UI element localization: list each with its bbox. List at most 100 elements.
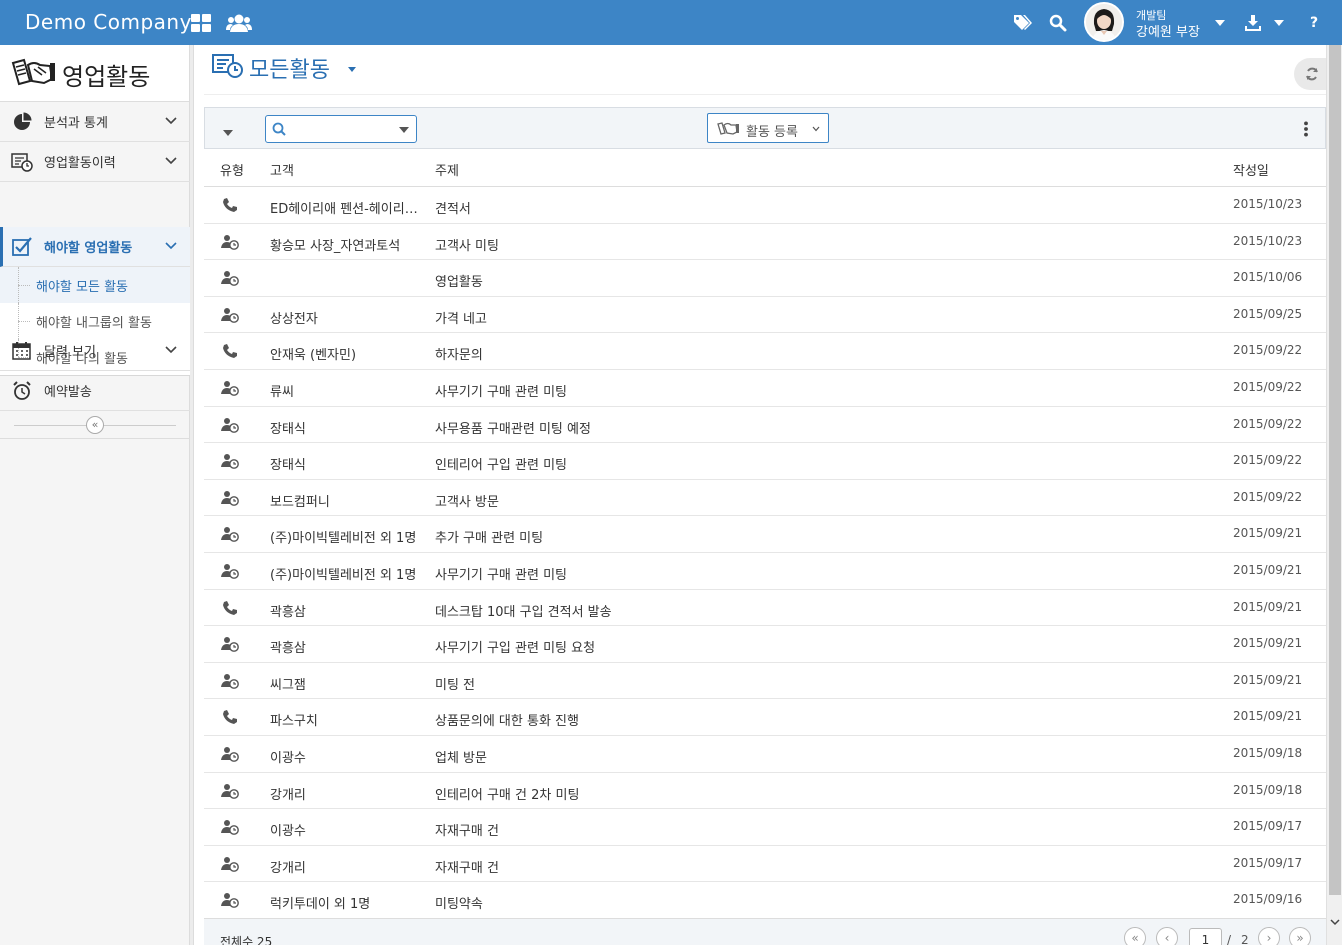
user-menu-caret-icon[interactable] bbox=[1213, 0, 1227, 45]
table-row[interactable]: 안재욱 (벤자민) 하자문의 2015/09/22 bbox=[204, 333, 1326, 370]
collapse-sidebar-icon[interactable]: « bbox=[86, 416, 104, 434]
row-customer[interactable]: 럭키투데이 외 1명 bbox=[270, 893, 418, 912]
table-row[interactable]: 상상전자 가격 네고 2015/09/25 bbox=[204, 297, 1326, 334]
prev-page-button[interactable]: ‹ bbox=[1156, 927, 1178, 945]
row-subject[interactable]: 미팅 전 bbox=[435, 674, 475, 693]
search-icon[interactable] bbox=[1047, 0, 1069, 45]
sidebar-item-analytics[interactable]: 분석과 통계 bbox=[0, 102, 190, 142]
table-row[interactable]: 곽흥삼 사무기기 구입 관련 미팅 요청 2015/09/21 bbox=[204, 626, 1326, 663]
row-date: 2015/10/06 bbox=[1233, 270, 1303, 285]
table-row[interactable]: 영업활동 2015/10/06 bbox=[204, 260, 1326, 297]
sidebar-item-history[interactable]: 영업활동이력 bbox=[0, 142, 190, 182]
table-row[interactable]: 장태식 사무용품 구매관련 미팅 예정 2015/09/22 bbox=[204, 407, 1326, 444]
table-row[interactable]: 강개리 인테리어 구매 건 2차 미팅 2015/09/18 bbox=[204, 773, 1326, 810]
row-customer[interactable]: 안재욱 (벤자민) bbox=[270, 344, 418, 363]
next-page-button[interactable]: › bbox=[1258, 927, 1280, 945]
row-subject[interactable]: 사무기기 구입 관련 미팅 요청 bbox=[435, 637, 595, 656]
row-customer[interactable]: 상상전자 bbox=[270, 308, 418, 327]
table-row[interactable]: 이광수 자재구매 건 2015/09/17 bbox=[204, 809, 1326, 846]
row-subject[interactable]: 견적서 bbox=[435, 198, 471, 217]
grid-menu-icon[interactable] bbox=[189, 0, 213, 45]
sidebar-splitter[interactable] bbox=[190, 45, 194, 945]
brand-name[interactable]: Demo Company bbox=[25, 10, 192, 34]
avatar[interactable] bbox=[1084, 2, 1124, 42]
column-header-customer[interactable]: 고객 bbox=[270, 160, 294, 179]
table-row[interactable]: (주)마이빅텔레비전 외 1명 추가 구매 관련 미팅 2015/09/21 bbox=[204, 516, 1326, 553]
table-row[interactable]: 강개리 자재구매 건 2015/09/17 bbox=[204, 846, 1326, 883]
row-subject[interactable]: 고객사 미팅 bbox=[435, 235, 499, 254]
row-subject[interactable]: 추가 구매 관련 미팅 bbox=[435, 527, 543, 546]
filter-caret-icon[interactable] bbox=[223, 130, 233, 136]
table-row[interactable]: ED헤이리애 펜션-헤이리애펜션 견적서 2015/10/23 bbox=[204, 187, 1326, 224]
row-subject[interactable]: 자재구매 건 bbox=[435, 857, 499, 876]
row-subject[interactable]: 영업활동 bbox=[435, 271, 483, 290]
last-page-button[interactable]: » bbox=[1289, 927, 1311, 945]
row-customer[interactable]: (주)마이빅텔레비전 외 1명 bbox=[270, 564, 418, 583]
row-customer[interactable]: 장태식 bbox=[270, 454, 418, 473]
row-customer[interactable]: 이광수 bbox=[270, 820, 418, 839]
row-customer[interactable]: 파스구치 bbox=[270, 710, 418, 729]
scrollbar-thumb[interactable] bbox=[1329, 45, 1341, 895]
row-subject[interactable]: 미팅약속 bbox=[435, 893, 483, 912]
sidebar-item-calendar[interactable]: 달력 보기 bbox=[0, 331, 190, 371]
row-subject[interactable]: 고객사 방문 bbox=[435, 491, 499, 510]
table-row[interactable]: 류씨 사무기기 구매 관련 미팅 2015/09/22 bbox=[204, 370, 1326, 407]
sidebar-item-scheduled[interactable]: 예약발송 bbox=[0, 371, 190, 411]
row-customer[interactable]: 이광수 bbox=[270, 747, 418, 766]
row-customer[interactable]: 강개리 bbox=[270, 857, 418, 876]
row-subject[interactable]: 업체 방문 bbox=[435, 747, 487, 766]
first-page-button[interactable]: « bbox=[1124, 927, 1146, 945]
download-icon[interactable] bbox=[1243, 0, 1263, 45]
user-name[interactable]: 강예원 부장 bbox=[1136, 21, 1200, 40]
row-subject[interactable]: 사무용품 구매관련 미팅 예정 bbox=[435, 418, 591, 437]
page-title[interactable]: 모든활동 bbox=[249, 52, 330, 84]
row-customer[interactable]: 곽흥삼 bbox=[270, 601, 418, 620]
row-customer[interactable]: 황승모 사장_자연과토석 bbox=[270, 235, 418, 254]
tag-icon[interactable] bbox=[1012, 0, 1034, 45]
row-subject[interactable]: 자재구매 건 bbox=[435, 820, 499, 839]
row-subject[interactable]: 상품문의에 대한 통화 진행 bbox=[435, 710, 579, 729]
column-header-subject[interactable]: 주제 bbox=[435, 160, 459, 179]
row-subject[interactable]: 사무기기 구매 관련 미팅 bbox=[435, 564, 567, 583]
row-subject[interactable]: 인테리어 구입 관련 미팅 bbox=[435, 454, 567, 473]
users-icon[interactable] bbox=[226, 0, 252, 45]
table-row[interactable]: 황승모 사장_자연과토석 고객사 미팅 2015/10/23 bbox=[204, 224, 1326, 261]
row-subject[interactable]: 사무기기 구매 관련 미팅 bbox=[435, 381, 567, 400]
sidebar-item-todo[interactable]: 해야할 영업활동 bbox=[0, 227, 190, 267]
sidebar-subitem-all[interactable]: 해야할 모든 활동 bbox=[0, 267, 190, 303]
row-subject[interactable]: 하자문의 bbox=[435, 344, 483, 363]
scroll-down-icon[interactable] bbox=[1330, 917, 1340, 927]
refresh-button[interactable] bbox=[1294, 58, 1330, 90]
row-customer[interactable]: 류씨 bbox=[270, 381, 418, 400]
help-icon[interactable]: ? bbox=[1306, 0, 1322, 45]
table-row[interactable]: 보드컴퍼니 고객사 방문 2015/09/22 bbox=[204, 480, 1326, 517]
table-row[interactable]: 장태식 인테리어 구입 관련 미팅 2015/09/22 bbox=[204, 443, 1326, 480]
row-customer[interactable]: (주)마이빅텔레비전 외 1명 bbox=[270, 527, 418, 546]
row-customer[interactable]: ED헤이리애 펜션-헤이리애펜션 bbox=[270, 198, 418, 217]
column-header-date[interactable]: 작성일 bbox=[1233, 160, 1269, 179]
table-row[interactable]: 파스구치 상품문의에 대한 통화 진행 2015/09/21 bbox=[204, 699, 1326, 736]
column-header-type[interactable]: 유형 bbox=[220, 160, 244, 179]
row-customer[interactable]: 곽흥삼 bbox=[270, 637, 418, 656]
row-customer[interactable]: 보드컴퍼니 bbox=[270, 491, 418, 510]
download-caret-icon[interactable] bbox=[1272, 0, 1286, 45]
table-row[interactable]: 이광수 업체 방문 2015/09/18 bbox=[204, 736, 1326, 773]
more-options-icon[interactable] bbox=[1302, 120, 1310, 138]
table-row[interactable]: 럭키투데이 외 1명 미팅약속 2015/09/16 bbox=[204, 882, 1326, 919]
row-subject[interactable]: 인테리어 구매 건 2차 미팅 bbox=[435, 784, 579, 803]
row-customer[interactable]: 강개리 bbox=[270, 784, 418, 803]
row-customer[interactable]: 장태식 bbox=[270, 418, 418, 437]
row-customer[interactable]: 씨그잼 bbox=[270, 674, 418, 693]
row-subject[interactable]: 데스크탑 10대 구입 견적서 발송 bbox=[435, 601, 612, 620]
total-count: 전체수 25 bbox=[220, 935, 273, 945]
table-row[interactable]: 씨그잼 미팅 전 2015/09/21 bbox=[204, 663, 1326, 700]
table-row[interactable]: 곽흥삼 데스크탑 10대 구입 견적서 발송 2015/09/21 bbox=[204, 590, 1326, 627]
table-row[interactable]: (주)마이빅텔레비전 외 1명 사무기기 구매 관련 미팅 2015/09/21 bbox=[204, 553, 1326, 590]
page-number-input[interactable]: 1 bbox=[1189, 928, 1222, 945]
row-subject[interactable]: 가격 네고 bbox=[435, 308, 487, 327]
page-scrollbar[interactable] bbox=[1326, 45, 1342, 945]
search-dropdown-icon[interactable] bbox=[399, 127, 409, 133]
title-dropdown-caret-icon[interactable] bbox=[348, 67, 356, 72]
register-activity-button[interactable]: 활동 등록 bbox=[707, 113, 829, 143]
search-input[interactable] bbox=[265, 115, 417, 143]
